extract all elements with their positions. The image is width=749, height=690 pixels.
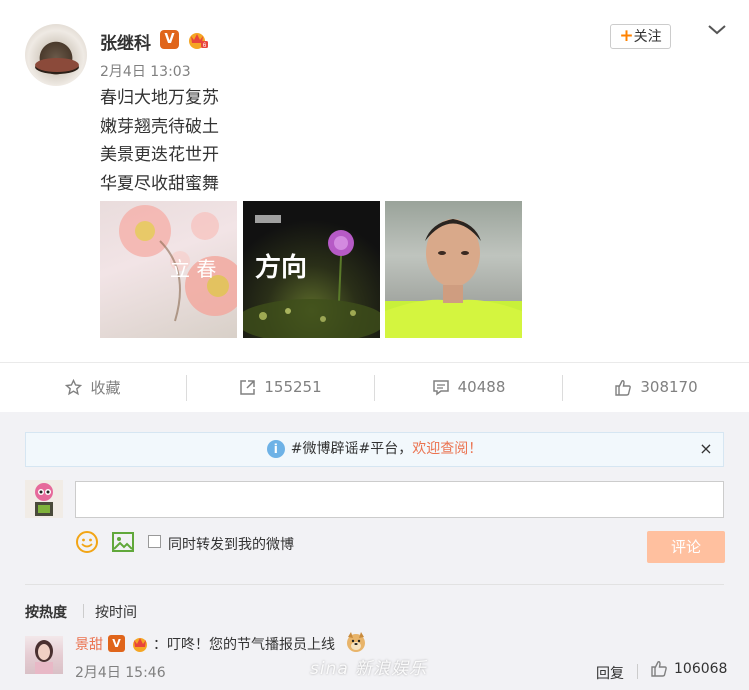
thumbs-up-icon [615, 379, 632, 396]
sort-by-time-tab[interactable]: 按时间 [95, 602, 137, 622]
smiley-icon[interactable] [75, 530, 99, 554]
comment-count: 40488 [457, 378, 506, 396]
repost-icon [240, 379, 256, 395]
favorite-label: 收藏 [90, 378, 121, 397]
post-image-1[interactable]: 立 春 [100, 201, 237, 338]
image-icon[interactable] [111, 530, 135, 554]
star-icon [65, 378, 83, 395]
my-avatar[interactable] [25, 480, 63, 518]
post-image-2[interactable]: 方向 [243, 201, 380, 338]
selfie-illustration [385, 219, 522, 338]
chevron-down-icon[interactable] [706, 22, 728, 38]
verified-icon: V [108, 635, 125, 652]
author-avatar[interactable] [25, 24, 87, 86]
post-line: 美景更迭花世开 [100, 145, 219, 165]
post-timestamp[interactable]: 2月4日 13:03 [100, 61, 191, 81]
post-line: 嫩芽翘壳待破土 [100, 116, 219, 137]
weibo-post-card: 张继科 V 6 2月4日 13:03 +关注 春归大地万复苏 嫩芽翘壳待破土 美… [0, 0, 749, 690]
favorite-button[interactable]: 收藏 [0, 372, 186, 402]
info-icon: i [266, 440, 285, 458]
doge-icon [347, 632, 365, 652]
blossom-illustration: 立 春 [119, 205, 237, 322]
post-text: 春归大地万复苏 嫩芽翘壳待破土 美景更迭花世开 华夏尽收甜蜜舞 [100, 84, 219, 198]
repost-checkbox-label[interactable]: 同时转发到我的微博 [168, 534, 294, 554]
comment-like-count: 106068 [674, 660, 728, 677]
comment-icon [432, 379, 449, 395]
flower-illustration: 方向 [243, 215, 380, 338]
sort-separator [83, 604, 84, 618]
repost-count: 155251 [264, 378, 322, 396]
reply-button[interactable]: 回复 [596, 663, 624, 683]
notice-link[interactable]: 欢迎查阅！ [412, 441, 482, 457]
divider [25, 584, 724, 585]
comment-like-button[interactable]: 106068 [650, 660, 727, 677]
rumor-notice-banner: i #微博辟谣#平台，欢迎查阅！ [25, 432, 724, 467]
comment-text: ：叮咚！您的节气播报员上线 [153, 637, 335, 653]
close-icon[interactable]: × [698, 441, 714, 457]
image-caption: 方向 [255, 252, 307, 283]
comment-input[interactable] [75, 481, 724, 518]
comment-timestamp: 2月4日 15:46 [75, 665, 166, 681]
thumbs-up-icon [651, 661, 667, 677]
comment-button[interactable]: 40488 [375, 372, 562, 402]
comment-action-separator [637, 664, 638, 679]
follow-button[interactable]: +关注 [610, 24, 671, 49]
like-button[interactable]: 308170 [563, 372, 749, 402]
author-name[interactable]: 张继科 [100, 29, 151, 54]
post-line: 华夏尽收甜蜜舞 [100, 173, 219, 194]
plus-icon: + [619, 26, 634, 46]
divider [0, 362, 749, 363]
image-caption: 立 春 [170, 257, 216, 281]
sina-watermark: sina 新浪娱乐 [310, 659, 428, 679]
commenter-name[interactable]: 景甜 [75, 634, 103, 654]
like-count: 308170 [640, 378, 698, 396]
vip-crown-icon [133, 638, 147, 652]
sort-by-hot-tab[interactable]: 按热度 [25, 602, 67, 622]
post-image-3[interactable] [385, 201, 522, 338]
submit-comment-button[interactable]: 评论 [647, 531, 725, 563]
vip-crown-icon: 6 [189, 33, 208, 49]
verified-icon: V [160, 30, 179, 49]
repost-checkbox[interactable] [148, 535, 161, 548]
notice-text[interactable]: #微博辟谣#平台， [291, 441, 412, 457]
post-line: 春归大地万复苏 [100, 88, 219, 108]
repost-button[interactable]: 155251 [187, 372, 374, 402]
follow-label: 关注 [633, 29, 662, 45]
commenter-avatar[interactable] [25, 636, 63, 674]
